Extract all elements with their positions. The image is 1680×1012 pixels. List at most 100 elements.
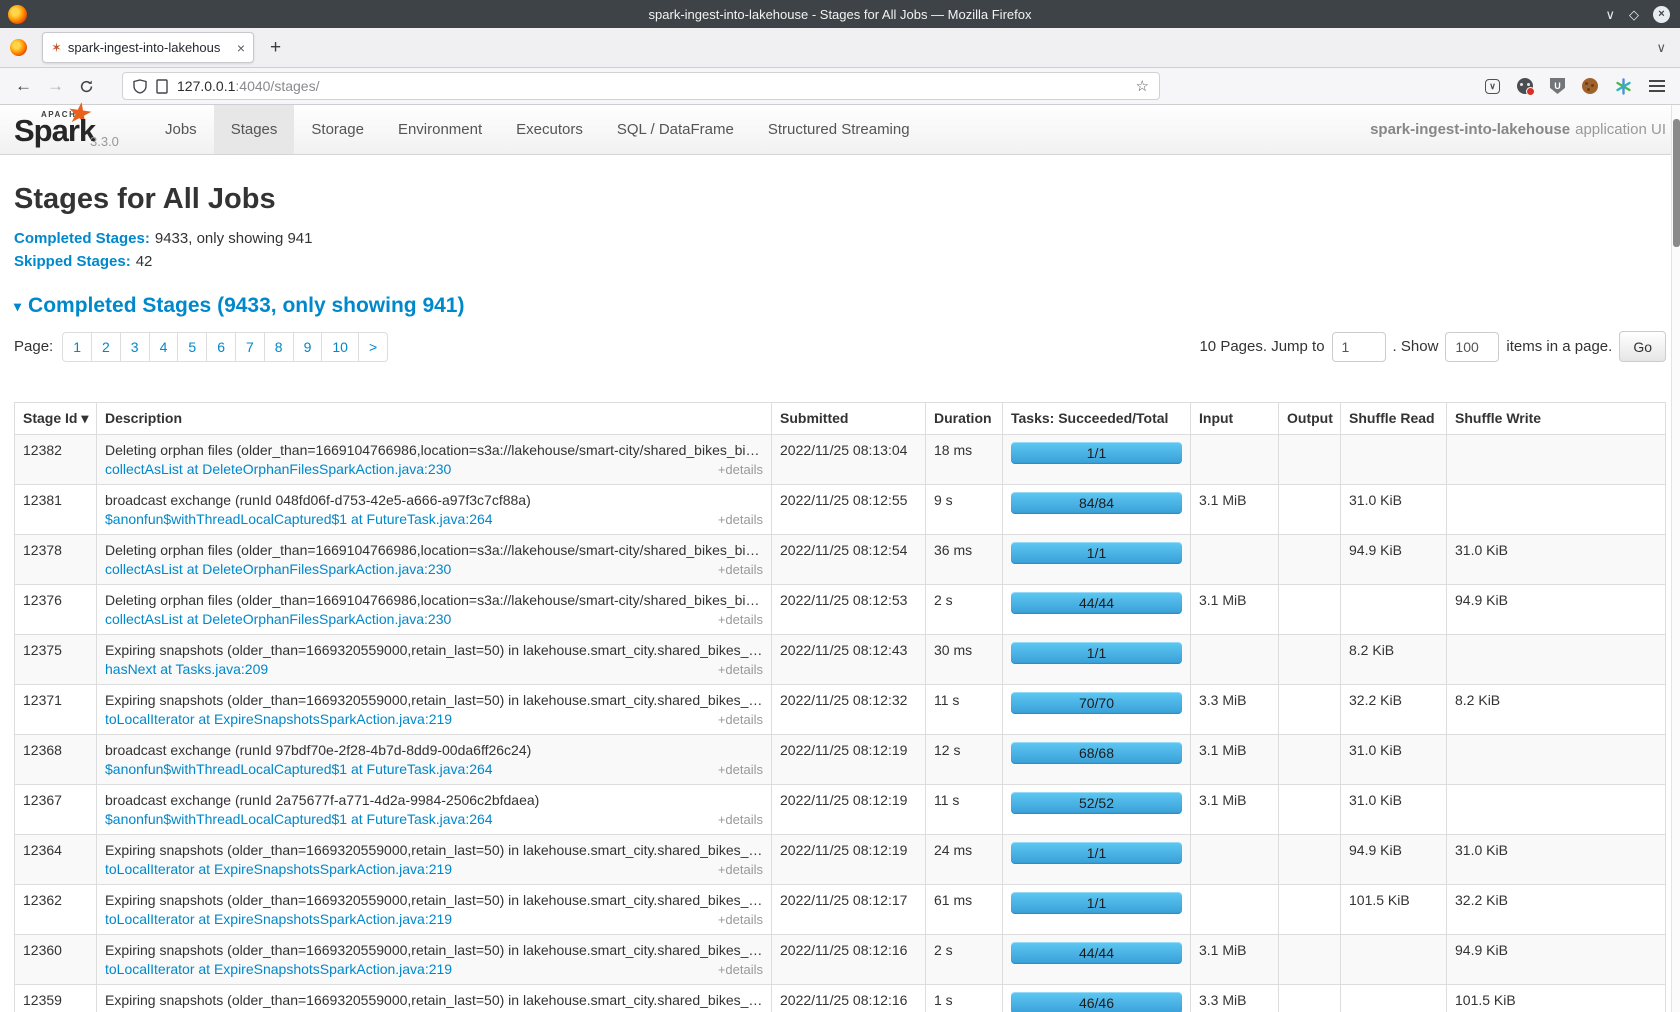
page-number-button[interactable]: > bbox=[359, 332, 388, 362]
pinwheel-extension-icon[interactable] bbox=[1615, 78, 1632, 95]
stage-description: Deleting orphan files (older_than=166910… bbox=[105, 592, 763, 608]
description-cell: Expiring snapshots (older_than=166932055… bbox=[97, 985, 772, 1012]
details-toggle[interactable]: +details bbox=[718, 962, 763, 977]
details-toggle[interactable]: +details bbox=[718, 812, 763, 827]
details-toggle[interactable]: +details bbox=[718, 562, 763, 577]
output-cell bbox=[1279, 785, 1341, 835]
spark-nav-tab[interactable]: SQL / DataFrame bbox=[600, 105, 751, 154]
spark-nav-tab[interactable]: Storage bbox=[294, 105, 381, 154]
new-tab-button[interactable]: + bbox=[270, 37, 281, 59]
scrollbar-thumb[interactable] bbox=[1673, 119, 1680, 247]
page-number-button[interactable]: 4 bbox=[150, 332, 179, 362]
output-cell bbox=[1279, 685, 1341, 735]
stage-callsite-link[interactable]: collectAsList at DeleteOrphanFilesSparkA… bbox=[105, 611, 451, 627]
menu-hamburger-icon[interactable] bbox=[1649, 80, 1665, 92]
page-number-button[interactable]: 9 bbox=[294, 332, 323, 362]
stage-callsite-link[interactable]: hasNext at Tasks.java:209 bbox=[105, 661, 268, 677]
stages-table: Stage Id ▾DescriptionSubmittedDurationTa… bbox=[14, 402, 1666, 1012]
window-minimize-icon[interactable]: ∨ bbox=[1605, 8, 1615, 21]
details-toggle[interactable]: +details bbox=[718, 912, 763, 927]
description-cell: Expiring snapshots (older_than=166932055… bbox=[97, 885, 772, 935]
column-header[interactable]: Output bbox=[1279, 403, 1341, 435]
details-toggle[interactable]: +details bbox=[718, 862, 763, 877]
page-number-button[interactable]: 10 bbox=[322, 332, 359, 362]
tasks-cell: 1/1 bbox=[1003, 535, 1191, 585]
stage-description: Expiring snapshots (older_than=166932055… bbox=[105, 892, 763, 908]
ublock-shield-icon[interactable]: U bbox=[1550, 78, 1565, 94]
details-toggle[interactable]: +details bbox=[718, 662, 763, 677]
list-tabs-chevron-icon[interactable]: ∨ bbox=[1656, 40, 1666, 56]
details-toggle[interactable]: +details bbox=[718, 462, 763, 477]
window-maximize-icon[interactable]: ◇ bbox=[1629, 8, 1639, 21]
items-per-page-input[interactable] bbox=[1445, 332, 1499, 362]
page-scrollbar[interactable] bbox=[1671, 105, 1680, 1012]
stage-callsite-link[interactable]: toLocalIterator at ExpireSnapshotsSparkA… bbox=[105, 861, 452, 877]
page-number-button[interactable]: 7 bbox=[236, 332, 265, 362]
url-path: :4040/stages/ bbox=[235, 78, 319, 94]
stage-callsite-link[interactable]: $anonfun$withThreadLocalCaptured$1 at Fu… bbox=[105, 811, 493, 827]
details-toggle[interactable]: +details bbox=[718, 712, 763, 727]
tasks-cell: 1/1 bbox=[1003, 835, 1191, 885]
spark-nav-tab[interactable]: Executors bbox=[499, 105, 600, 154]
url-host: 127.0.0.1 bbox=[177, 78, 235, 94]
submitted-cell: 2022/11/25 08:12:16 bbox=[772, 985, 926, 1012]
shuffle-read-cell bbox=[1341, 985, 1447, 1012]
stage-callsite-link[interactable]: collectAsList at DeleteOrphanFilesSparkA… bbox=[105, 461, 451, 477]
column-header[interactable]: Submitted bbox=[772, 403, 926, 435]
column-header[interactable]: Tasks: Succeeded/Total bbox=[1003, 403, 1191, 435]
browser-tab[interactable]: ✶ spark-ingest-into-lakehous × bbox=[42, 32, 254, 63]
skipped-stages-stat: Skipped Stages:42 bbox=[14, 253, 1666, 270]
stage-callsite-link[interactable]: toLocalIterator at ExpireSnapshotsSparkA… bbox=[105, 711, 452, 727]
bookmark-star-icon[interactable]: ☆ bbox=[1136, 77, 1149, 95]
completed-stages-section-toggle[interactable]: ▾ Completed Stages (9433, only showing 9… bbox=[14, 294, 1666, 318]
reload-button[interactable] bbox=[79, 79, 94, 94]
details-toggle[interactable]: +details bbox=[718, 612, 763, 627]
spark-logo[interactable]: APACHE ★ Spark 3.3.0 bbox=[14, 105, 134, 154]
pocket-icon[interactable]: ∨ bbox=[1485, 79, 1500, 94]
duration-cell: 12 s bbox=[926, 735, 1003, 785]
jump-to-page-input[interactable] bbox=[1332, 332, 1386, 362]
spark-nav-tab[interactable]: Environment bbox=[381, 105, 499, 154]
page-number-button[interactable]: 3 bbox=[121, 332, 150, 362]
column-header[interactable]: Description bbox=[97, 403, 772, 435]
spark-nav-tab[interactable]: Stages bbox=[214, 105, 295, 154]
tasks-progress-bar: 1/1 bbox=[1011, 442, 1182, 464]
firefox-icon-small[interactable] bbox=[10, 39, 27, 56]
page-number-button[interactable]: 5 bbox=[178, 332, 207, 362]
page-number-button[interactable]: 8 bbox=[265, 332, 294, 362]
window-close-icon[interactable]: × bbox=[1653, 6, 1670, 23]
column-header[interactable]: Duration bbox=[926, 403, 1003, 435]
url-bar[interactable]: 127.0.0.1:4040/stages/ ☆ bbox=[122, 72, 1160, 100]
tab-close-icon[interactable]: × bbox=[237, 40, 245, 56]
duration-cell: 11 s bbox=[926, 685, 1003, 735]
spark-nav-tab[interactable]: Structured Streaming bbox=[751, 105, 927, 154]
go-button[interactable]: Go bbox=[1619, 331, 1666, 362]
page-number-button[interactable]: 1 bbox=[62, 332, 92, 362]
input-cell bbox=[1191, 885, 1279, 935]
stage-callsite-link[interactable]: toLocalIterator at ExpireSnapshotsSparkA… bbox=[105, 911, 452, 927]
description-cell: broadcast exchange (runId 2a75677f-a771-… bbox=[97, 785, 772, 835]
column-header[interactable]: Shuffle Read bbox=[1341, 403, 1447, 435]
shuffle-write-cell: 101.5 KiB bbox=[1447, 985, 1666, 1012]
column-header[interactable]: Input bbox=[1191, 403, 1279, 435]
column-header[interactable]: Shuffle Write bbox=[1447, 403, 1666, 435]
details-toggle[interactable]: +details bbox=[718, 512, 763, 527]
table-row: 12364 Expiring snapshots (older_than=166… bbox=[15, 835, 1666, 885]
page-number-button[interactable]: 2 bbox=[92, 332, 121, 362]
tasks-progress-bar: 84/84 bbox=[1011, 492, 1182, 514]
privacy-mask-icon[interactable] bbox=[1517, 78, 1533, 94]
stage-callsite-link[interactable]: $anonfun$withThreadLocalCaptured$1 at Fu… bbox=[105, 511, 493, 527]
table-row: 12360 Expiring snapshots (older_than=166… bbox=[15, 935, 1666, 985]
stage-callsite-link[interactable]: toLocalIterator at ExpireSnapshotsSparkA… bbox=[105, 961, 452, 977]
cookie-extension-icon[interactable] bbox=[1582, 78, 1598, 94]
column-header[interactable]: Stage Id ▾ bbox=[15, 403, 97, 435]
stage-callsite-link[interactable]: collectAsList at DeleteOrphanFilesSparkA… bbox=[105, 561, 451, 577]
page-number-button[interactable]: 6 bbox=[207, 332, 236, 362]
spark-nav-tab[interactable]: Jobs bbox=[148, 105, 214, 154]
stage-callsite-link[interactable]: $anonfun$withThreadLocalCaptured$1 at Fu… bbox=[105, 761, 493, 777]
back-button[interactable]: ← bbox=[15, 76, 32, 96]
details-toggle[interactable]: +details bbox=[718, 762, 763, 777]
tasks-progress-bar: 68/68 bbox=[1011, 742, 1182, 764]
stage-id-cell: 12359 bbox=[15, 985, 97, 1012]
forward-button[interactable]: → bbox=[47, 76, 64, 96]
